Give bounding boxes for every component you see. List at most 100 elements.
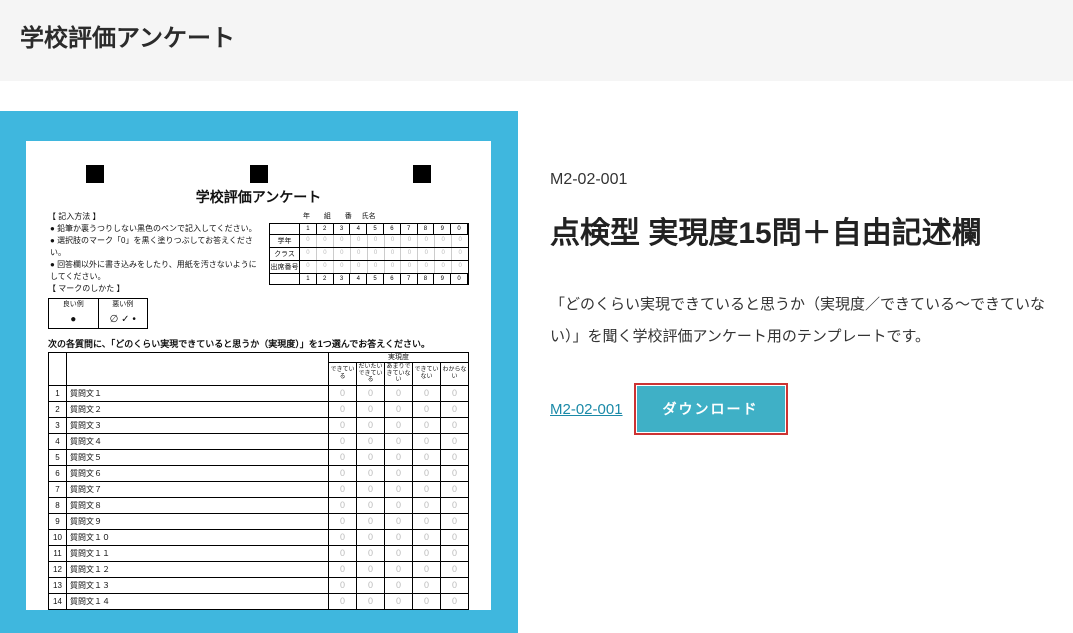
question-row: 13質問文１３00000 <box>49 577 469 593</box>
question-row: 1質問文１00000 <box>49 385 469 401</box>
id-header: 年 組 番 氏名 <box>269 211 469 221</box>
punch-mark-icon <box>413 165 431 183</box>
answer-bubble: 0 <box>441 417 469 433</box>
id-name-label: 氏名 <box>362 211 376 221</box>
mark-example-box: 良い例 悪い例 ● ∅ ✓ • <box>48 298 148 329</box>
punch-mark-icon <box>86 165 104 183</box>
answer-bubble: 0 <box>329 401 357 417</box>
answer-bubble: 0 <box>329 449 357 465</box>
answer-bubble: 0 <box>413 433 441 449</box>
template-title: 点検型 実現度15問＋自由記述欄 <box>550 207 1053 261</box>
answer-bubble: 0 <box>413 593 441 609</box>
question-row: 5質問文５00000 <box>49 449 469 465</box>
answer-bubble: 0 <box>329 529 357 545</box>
answer-bubble: 0 <box>441 545 469 561</box>
sheet-top-section: 【 記入方法 】 鉛筆か裏うつりしない黒色のペンで記入してください。 選択肢のマ… <box>48 211 469 329</box>
answer-bubble: 0 <box>357 465 385 481</box>
instructions-list: 鉛筆か裏うつりしない黒色のペンで記入してください。 選択肢のマーク「0」を黒く塗… <box>48 223 259 283</box>
answer-bubble: 0 <box>413 385 441 401</box>
answer-bubble: 0 <box>329 497 357 513</box>
answer-bubble: 0 <box>441 497 469 513</box>
id-grid: 1234567890 学年 0000000000 クラス 0000000000 <box>269 223 469 285</box>
sheet-title: 学校評価アンケート <box>48 187 469 207</box>
question-text: 質問文６ <box>67 465 329 481</box>
download-button[interactable]: ダウンロード <box>637 386 785 432</box>
answer-bubble: 0 <box>385 497 413 513</box>
answer-bubble: 0 <box>385 433 413 449</box>
download-row: M2-02-001 ダウンロード <box>550 386 1053 432</box>
question-row: 11質問文１１00000 <box>49 545 469 561</box>
question-text: 質問文８ <box>67 497 329 513</box>
id-area: 年 組 番 氏名 1234567890 学 <box>269 211 469 329</box>
question-number: 9 <box>49 513 67 529</box>
answer-bubble: 0 <box>385 401 413 417</box>
id-grid-foot: 1234567890 <box>270 274 468 284</box>
template-code-link[interactable]: M2-02-001 <box>550 401 623 418</box>
answer-bubble: 0 <box>357 545 385 561</box>
answer-bubble: 0 <box>329 433 357 449</box>
answer-bubble: 0 <box>385 545 413 561</box>
question-text: 質問文１１ <box>67 545 329 561</box>
preview-sheet: 学校評価アンケート 【 記入方法 】 鉛筆か裏うつりしない黒色のペンで記入してく… <box>26 141 491 610</box>
question-number: 11 <box>49 545 67 561</box>
question-row: 9質問文９00000 <box>49 513 469 529</box>
answer-bubble: 0 <box>413 513 441 529</box>
question-row: 2質問文２00000 <box>49 401 469 417</box>
question-text: 質問文１０ <box>67 529 329 545</box>
answer-bubble: 0 <box>413 561 441 577</box>
punch-marks <box>48 165 469 183</box>
answer-bubble: 0 <box>329 465 357 481</box>
question-text: 質問文７ <box>67 481 329 497</box>
question-number: 4 <box>49 433 67 449</box>
question-text: 質問文１３ <box>67 577 329 593</box>
answer-bubble: 0 <box>329 577 357 593</box>
answer-bubble: 0 <box>441 593 469 609</box>
id-grid-row: 学年 0000000000 <box>270 235 468 248</box>
question-number: 14 <box>49 593 67 609</box>
id-year-label: 年 <box>303 211 310 221</box>
question-row: 7質問文７00000 <box>49 481 469 497</box>
scale-col: わからない <box>441 363 469 386</box>
answer-bubble: 0 <box>413 417 441 433</box>
answer-bubble: 0 <box>385 561 413 577</box>
question-number: 6 <box>49 465 67 481</box>
answer-bubble: 0 <box>357 433 385 449</box>
answer-bubble: 0 <box>441 577 469 593</box>
answer-bubble: 0 <box>441 529 469 545</box>
question-row: 6質問文６00000 <box>49 465 469 481</box>
answer-bubble: 0 <box>357 385 385 401</box>
question-row: 4質問文４00000 <box>49 433 469 449</box>
question-text: 質問文１ <box>67 385 329 401</box>
answer-bubble: 0 <box>385 577 413 593</box>
answer-bubble: 0 <box>441 433 469 449</box>
template-description: 「どのくらい実現できていると思うか（実現度／できている～できていない）」を聞く学… <box>550 289 1053 352</box>
answer-bubble: 0 <box>441 385 469 401</box>
answer-bubble: 0 <box>329 593 357 609</box>
answer-bubble: 0 <box>413 449 441 465</box>
mark-bad-label: 悪い例 <box>99 299 148 312</box>
scale-col: できている <box>329 363 357 386</box>
mark-bad-icon: ∅ ✓ • <box>99 312 148 328</box>
answer-bubble: 0 <box>385 513 413 529</box>
answer-bubble: 0 <box>413 465 441 481</box>
answer-bubble: 0 <box>441 449 469 465</box>
answer-bubble: 0 <box>441 401 469 417</box>
instructions-head: 【 記入方法 】 <box>48 211 259 223</box>
answer-bubble: 0 <box>441 481 469 497</box>
answer-bubble: 0 <box>357 417 385 433</box>
id-num-label: 番 <box>345 211 352 221</box>
scale-col: できていない <box>413 363 441 386</box>
mark-good-label: 良い例 <box>49 299 99 312</box>
question-number: 2 <box>49 401 67 417</box>
answer-bubble: 0 <box>357 401 385 417</box>
question-text: 質問文１４ <box>67 593 329 609</box>
detail-panel: M2-02-001 点検型 実現度15問＋自由記述欄 「どのくらい実現できている… <box>518 111 1073 633</box>
question-row: 14質問文１４00000 <box>49 593 469 609</box>
question-number: 10 <box>49 529 67 545</box>
answer-bubble: 0 <box>413 577 441 593</box>
answer-bubble: 0 <box>413 481 441 497</box>
main-content: 学校評価アンケート 【 記入方法 】 鉛筆か裏うつりしない黒色のペンで記入してく… <box>0 81 1073 633</box>
answer-bubble: 0 <box>441 465 469 481</box>
answer-bubble: 0 <box>385 385 413 401</box>
answer-bubble: 0 <box>385 465 413 481</box>
